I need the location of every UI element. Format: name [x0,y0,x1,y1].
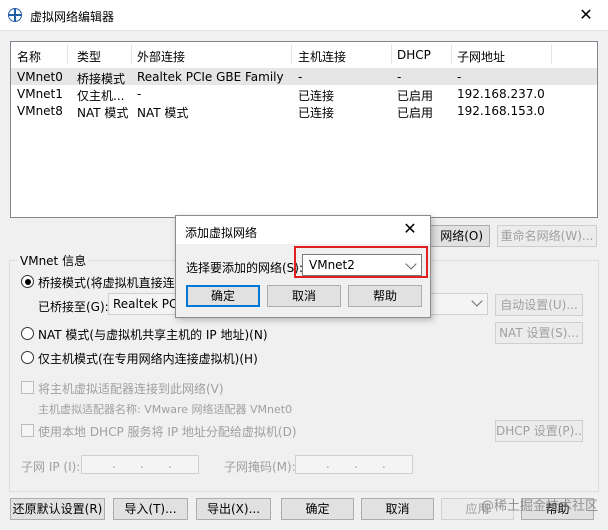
dialog-ok-button[interactable]: 确定 [186,285,260,307]
network-select[interactable]: VMnet2 [302,254,422,276]
subnet-ip-label: 子网 IP (I): [21,460,81,474]
vmnet-info-title: VMnet 信息 [17,252,90,269]
bridged-mode-label: 桥接模式(将虚拟机直接连接 [38,276,187,290]
subnet-mask-input[interactable]: ... [295,455,413,474]
network-globe-icon [8,8,22,22]
dhcp-settings-button[interactable]: DHCP 设置(P)... [495,420,583,442]
ok-button[interactable]: 确定 [281,498,354,520]
cell-external: - [137,87,142,101]
bridged-to-label: 已桥接至(G): [38,300,109,314]
column-header-subnet[interactable]: 子网地址 [457,48,505,65]
cell-host: - [298,70,303,84]
cell-external: NAT 模式 [137,106,189,120]
cell-subnet: 192.168.153.0 [457,104,545,118]
cell-external: Realtek PCIe GBE Family Co... [137,70,287,84]
cell-name: VMnet1 [17,87,63,101]
cancel-button[interactable]: 取消 [361,498,434,520]
dialog-cancel-button[interactable]: 取消 [267,285,341,307]
column-header-host[interactable]: 主机连接 [298,48,346,65]
column-header-type[interactable]: 类型 [77,48,101,65]
column-header-name[interactable]: 名称 [17,48,41,65]
connect-adapter-label: 将主机虚拟适配器连接到此网络(V) [38,382,224,396]
host-only-radio[interactable] [21,351,34,364]
cell-type: NAT 模式 [77,106,129,120]
close-icon[interactable]: ✕ [400,219,420,238]
dialog-title: 添加虚拟网络 [185,226,258,240]
cell-subnet: 192.168.237.0 [457,87,545,101]
nat-settings-button[interactable]: NAT 设置(S)... [495,322,583,344]
connect-adapter-checkbox[interactable] [21,381,34,394]
dialog-title-bar: 添加虚拟网络 ✕ [176,216,430,244]
cell-host: 已连接 [298,106,335,120]
window-title: 虚拟网络编辑器 [30,10,115,24]
dialog-select-label: 选择要添加的网络(S): [186,261,304,275]
import-button[interactable]: 导入(T)... [113,498,188,520]
table-row[interactable]: VMnet8 NAT 模式 NAT 模式 已连接 已启用 192.168.153… [11,102,597,120]
network-select-value: VMnet2 [309,258,355,272]
auto-settings-button[interactable]: 自动设置(U)... [495,294,583,316]
title-bar: 虚拟网络编辑器 ✕ [0,0,608,31]
cell-dhcp: 已启用 [397,106,434,120]
bridged-mode-radio[interactable] [21,275,34,288]
watermark: @稀土掘金技术社区 [480,499,598,514]
nat-mode-label: NAT 模式(与虚拟机共享主机的 IP 地址)(N) [38,328,268,342]
cell-name: VMnet8 [17,104,63,118]
subnet-ip-input[interactable]: ... [81,455,199,474]
column-header-dhcp[interactable]: DHCP [397,48,431,62]
rename-network-button[interactable]: 重命名网络(W)... [497,225,597,247]
cell-dhcp: - [397,70,402,84]
adapter-name-label: 主机虚拟适配器名称: VMware 网络适配器 VMnet0 [38,403,293,416]
restore-defaults-button[interactable]: 还原默认设置(R) [10,498,105,520]
close-icon[interactable]: ✕ [576,5,596,24]
local-dhcp-checkbox[interactable] [21,424,34,437]
local-dhcp-label: 使用本地 DHCP 服务将 IP 地址分配给虚拟机(D) [38,425,297,439]
table-row[interactable]: VMnet1 仅主机... - 已连接 已启用 192.168.237.0 [11,85,597,103]
chevron-down-icon [405,258,417,270]
subnet-mask-label: 子网掩码(M): [224,460,296,474]
dialog-help-button[interactable]: 帮助 [348,285,422,307]
column-header-external[interactable]: 外部连接 [137,48,185,65]
export-button[interactable]: 导出(X)... [196,498,271,520]
table-row[interactable]: VMnet0 桥接模式 Realtek PCIe GBE Family Co..… [11,68,597,86]
cell-subnet: - [457,70,462,84]
table-header: 名称 类型 外部连接 主机连接 DHCP 子网地址 [11,42,597,66]
cell-name: VMnet0 [17,70,63,84]
host-only-label: 仅主机模式(在专用网络内连接虚拟机)(H) [38,352,258,366]
nat-mode-radio[interactable] [21,327,34,340]
chevron-down-icon [471,295,483,307]
network-table[interactable]: 名称 类型 外部连接 主机连接 DHCP 子网地址 VMnet0 桥接模式 Re… [10,41,598,218]
